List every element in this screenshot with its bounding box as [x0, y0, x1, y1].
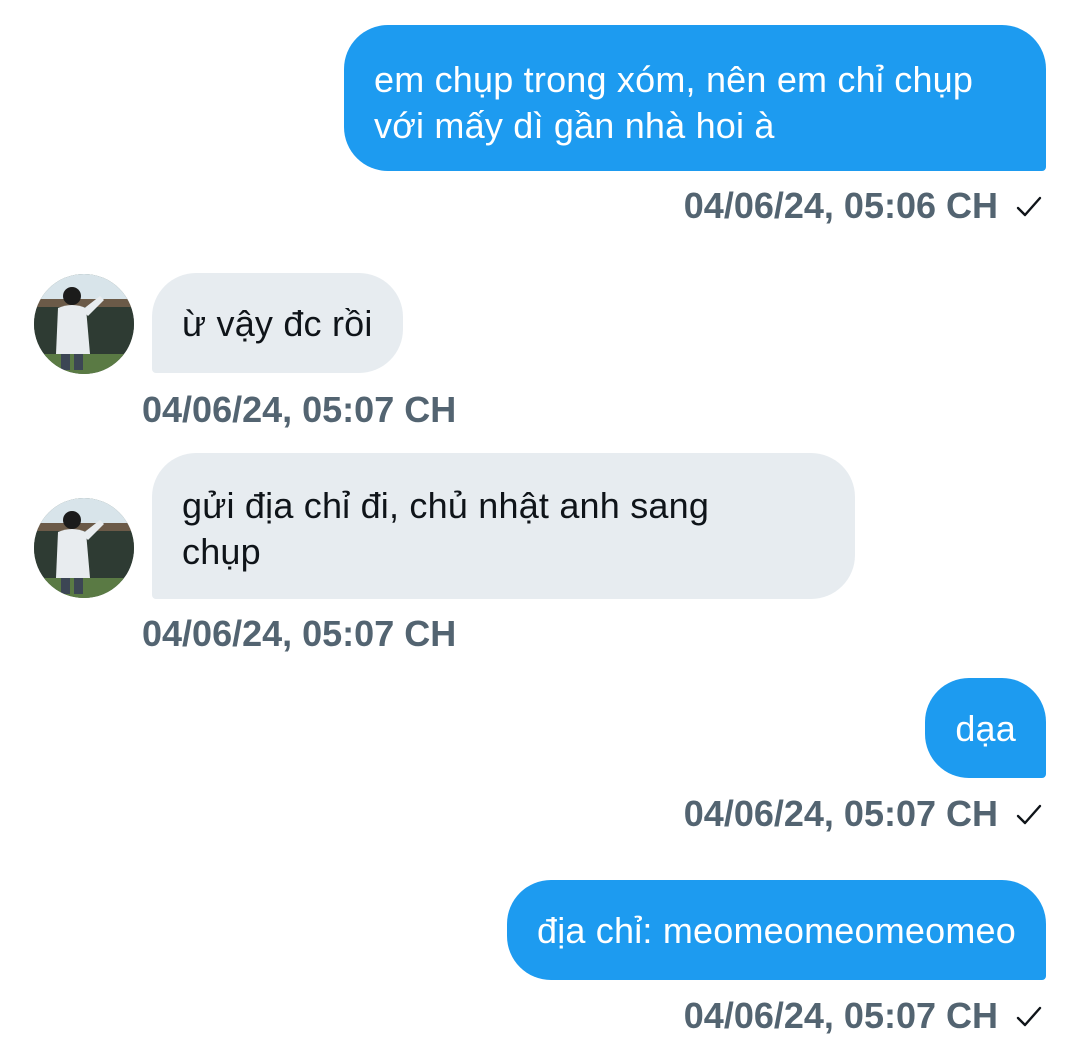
message-sent[interactable]: địa chỉ: meomeomeomeomeo [506, 880, 1046, 980]
timestamp: 04/06/24, 05:07 CH [683, 995, 998, 1036]
checkmark-icon [1016, 804, 1042, 825]
message-sent[interactable]: em chụp trong xóm, nên em chỉ chụp với m… [344, 25, 1046, 171]
message-meta: 04/06/24, 05:07 CH [684, 794, 1042, 834]
contact-avatar[interactable] [34, 498, 134, 598]
timestamp: 04/06/24, 05:07 CH [142, 389, 457, 430]
checkmark-icon [1016, 1006, 1042, 1027]
timestamp: 04/06/24, 05:07 CH [683, 793, 998, 834]
message-bubble[interactable]: địa chỉ: meomeomeomeomeo [506, 880, 1046, 980]
message-bubble[interactable]: em chụp trong xóm, nên em chỉ chụp với m… [344, 25, 1046, 171]
avatar-photo-icon [34, 274, 134, 374]
timestamp: 04/06/24, 05:06 CH [683, 185, 998, 226]
message-received[interactable]: ừ vậy đc rồi [152, 273, 403, 373]
message-meta: 04/06/24, 05:06 CH [684, 186, 1042, 226]
contact-avatar[interactable] [34, 274, 134, 374]
message-bubble[interactable]: dạa [925, 678, 1046, 778]
checkmark-icon [1016, 196, 1042, 217]
message-sent[interactable]: dạa [925, 678, 1046, 778]
message-meta: 04/06/24, 05:07 CH [142, 390, 456, 430]
message-meta: 04/06/24, 05:07 CH [142, 614, 456, 654]
avatar-photo-icon [34, 498, 134, 598]
timestamp: 04/06/24, 05:07 CH [142, 613, 457, 654]
message-meta: 04/06/24, 05:07 CH [684, 996, 1042, 1036]
message-bubble[interactable]: gửi địa chỉ đi, chủ nhật anh sang chụp [152, 453, 855, 599]
message-bubble[interactable]: ừ vậy đc rồi [152, 273, 403, 373]
message-received[interactable]: gửi địa chỉ đi, chủ nhật anh sang chụp [152, 453, 855, 599]
